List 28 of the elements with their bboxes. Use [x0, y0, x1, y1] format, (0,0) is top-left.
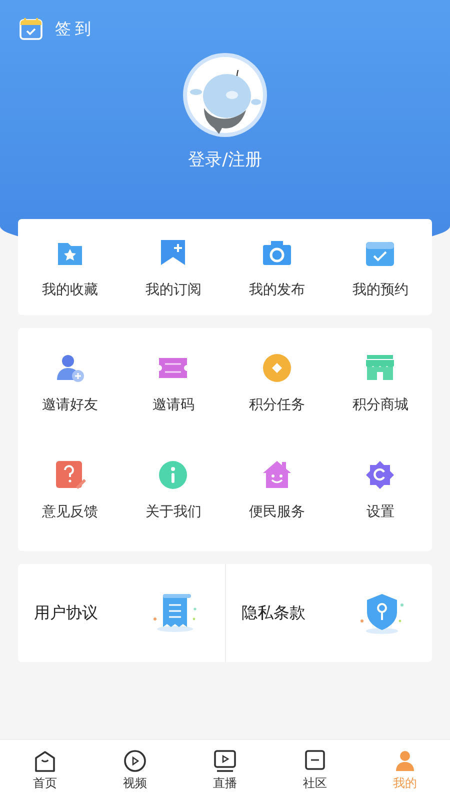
menu-item[interactable]: 积分商城	[352, 396, 408, 414]
tab[interactable]: 首页	[0, 740, 90, 800]
avatar-icon	[182, 52, 268, 138]
menu-item[interactable]: 我的预约	[352, 281, 408, 299]
calendar-icon	[19, 17, 43, 41]
menu-item[interactable]: 意见反馈	[42, 503, 98, 521]
tab[interactable]: 直播	[180, 740, 270, 800]
play-icon	[123, 748, 147, 772]
info-icon	[157, 459, 190, 491]
person-icon	[393, 748, 417, 772]
tab[interactable]: 社区	[270, 740, 360, 800]
tv-icon	[213, 748, 237, 772]
menu-item[interactable]: 我的订阅	[145, 281, 202, 299]
menu-item[interactable]: 积分任务	[248, 396, 305, 414]
menu-item[interactable]: 邀请好友	[42, 396, 98, 414]
menu-item[interactable]: 便民服务	[248, 503, 305, 521]
house-icon	[260, 459, 293, 491]
tab[interactable]: 视频	[90, 740, 180, 800]
gear-icon	[364, 459, 396, 491]
menu-item[interactable]: 我的发布	[248, 281, 305, 299]
menu-item[interactable]: 关于我们	[145, 503, 202, 521]
menu-item[interactable]: 设置	[366, 503, 394, 521]
question-note-icon	[54, 459, 86, 491]
menu-item[interactable]: 用户协议	[34, 602, 98, 624]
menu-item[interactable]: 邀请码	[152, 396, 194, 414]
coin-icon	[260, 352, 293, 384]
menu-item[interactable]: 隐私条款	[242, 602, 306, 624]
menu-item[interactable]: 我的收藏	[42, 281, 98, 299]
